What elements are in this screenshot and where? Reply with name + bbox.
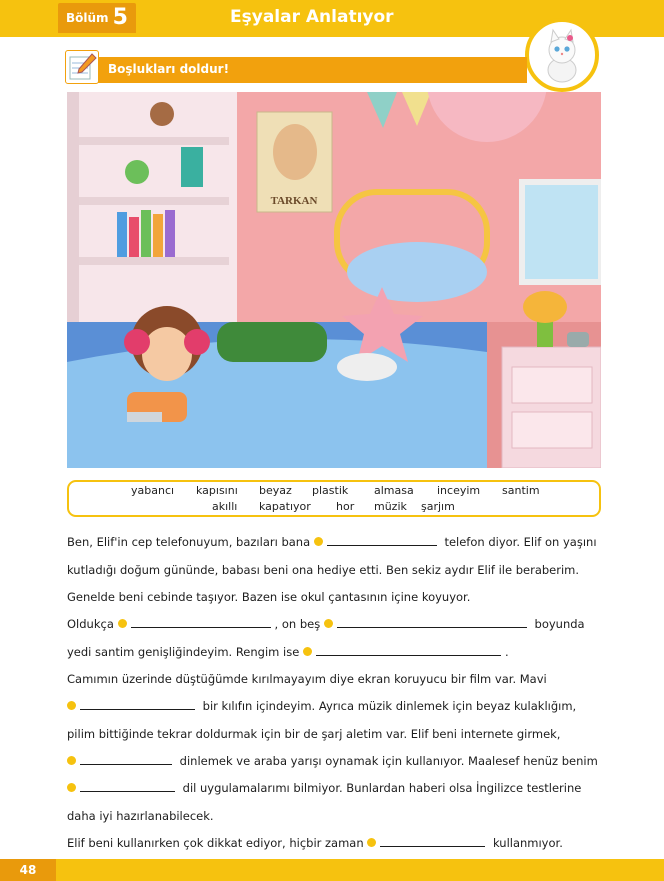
chapter-label: Bölüm bbox=[66, 11, 109, 25]
answer-blank[interactable] bbox=[80, 699, 195, 710]
chapter-tab: Bölüm 5 bbox=[58, 3, 136, 33]
answer-blank[interactable] bbox=[80, 754, 172, 765]
passage-text: boyunda bbox=[534, 617, 585, 631]
pencil-notebook-icon bbox=[65, 50, 99, 84]
question-marker bbox=[302, 647, 312, 656]
answer-blank[interactable] bbox=[336, 617, 527, 628]
word-bank-item: müzik bbox=[374, 500, 407, 513]
passage-text: kullanmıyor. bbox=[492, 836, 563, 850]
passage-text: yedi santim genişliğindeyim. Rengim ise bbox=[67, 645, 300, 659]
answer-blank[interactable] bbox=[380, 836, 486, 847]
word-bank-item: kapısını bbox=[196, 484, 238, 497]
passage-line: yedi santim genişliğindeyim. Rengim ise … bbox=[67, 645, 509, 659]
answer-blank[interactable] bbox=[315, 645, 501, 656]
passage-text: Elif beni kullanırken çok dikkat ediyor,… bbox=[67, 836, 364, 850]
answer-blank[interactable] bbox=[80, 781, 175, 792]
passage-text: , on beş bbox=[274, 617, 321, 631]
word-bank-item: yabancı bbox=[131, 484, 175, 497]
word-bank-item: şarjım bbox=[421, 500, 455, 513]
passage-text: Oldukça bbox=[67, 617, 114, 631]
passage-line: Oldukça , on beş boyunda bbox=[67, 617, 585, 631]
passage-line: Ben, Elif'in cep telefonuyum, bazıları b… bbox=[67, 535, 597, 549]
question-marker bbox=[367, 838, 377, 847]
cat-badge bbox=[525, 18, 599, 92]
passage-line: Camımın üzerinde düştüğümde kırılmayayım… bbox=[67, 672, 547, 686]
word-bank-item: kapatıyor bbox=[259, 500, 311, 513]
word-bank-item: santim bbox=[502, 484, 540, 497]
passage-line: dil uygulamalarımı bilmiyor. Bunlardan h… bbox=[67, 781, 581, 795]
poster-caption: TARKAN bbox=[271, 195, 318, 207]
passage-text: dil uygulamalarımı bilmiyor. Bunlardan h… bbox=[182, 781, 582, 795]
word-bank-item: beyaz bbox=[259, 484, 292, 497]
passage-line: pilim bittiğinde tekrar doldurmak için b… bbox=[67, 727, 561, 741]
question-marker bbox=[323, 619, 333, 628]
passage-text: . bbox=[504, 645, 509, 659]
question-marker bbox=[67, 783, 76, 792]
question-marker bbox=[67, 756, 76, 765]
passage-line: kutladığı doğum gününde, babası beni ona… bbox=[67, 563, 580, 577]
passage-text: bir kılıfın içindeyim. Ayrıca müzik dinl… bbox=[202, 699, 577, 713]
answer-blank[interactable] bbox=[326, 535, 437, 546]
chapter-number: 5 bbox=[112, 5, 128, 30]
question-marker bbox=[313, 537, 323, 546]
word-bank-item: inceyim bbox=[437, 484, 481, 497]
word-bank-item: hor bbox=[336, 500, 355, 513]
passage-line: dinlemek ve araba yarışı oynamak için ku… bbox=[67, 754, 598, 768]
cat-icon bbox=[547, 28, 577, 83]
passage-line: bir kılıfın içindeyim. Ayrıca müzik dinl… bbox=[67, 699, 576, 713]
page-number: 48 bbox=[0, 859, 56, 881]
passage-line: Elif beni kullanırken çok dikkat ediyor,… bbox=[67, 836, 563, 850]
answer-blank[interactable] bbox=[130, 617, 271, 628]
passage-line: daha iyi hazırlanabilecek. bbox=[67, 809, 214, 823]
word-bank-item: almasa bbox=[374, 484, 414, 497]
word-bank-item: plastik bbox=[312, 484, 349, 497]
passage-text: Ben, Elif'in cep telefonuyum, bazıları b… bbox=[67, 535, 311, 549]
question-marker bbox=[117, 619, 127, 628]
instruction-text: Boşlukları doldur! bbox=[108, 62, 230, 76]
passage-text: dinlemek ve araba yarışı oynamak için ku… bbox=[179, 754, 598, 768]
question-marker bbox=[67, 701, 76, 710]
passage-line: Genelde beni cebinde taşıyor. Bazen ise … bbox=[67, 590, 471, 604]
page-title: Eşyalar Anlatıyor bbox=[230, 7, 394, 27]
word-bank-item: akıllı bbox=[212, 500, 238, 513]
passage-text: telefon diyor. Elif on yaşını bbox=[444, 535, 597, 549]
footer-bar bbox=[0, 859, 664, 881]
word-bank: yabancı kapısını beyaz plastik almasa in… bbox=[67, 480, 601, 517]
bedroom-illustration: TARKAN bbox=[67, 92, 601, 468]
